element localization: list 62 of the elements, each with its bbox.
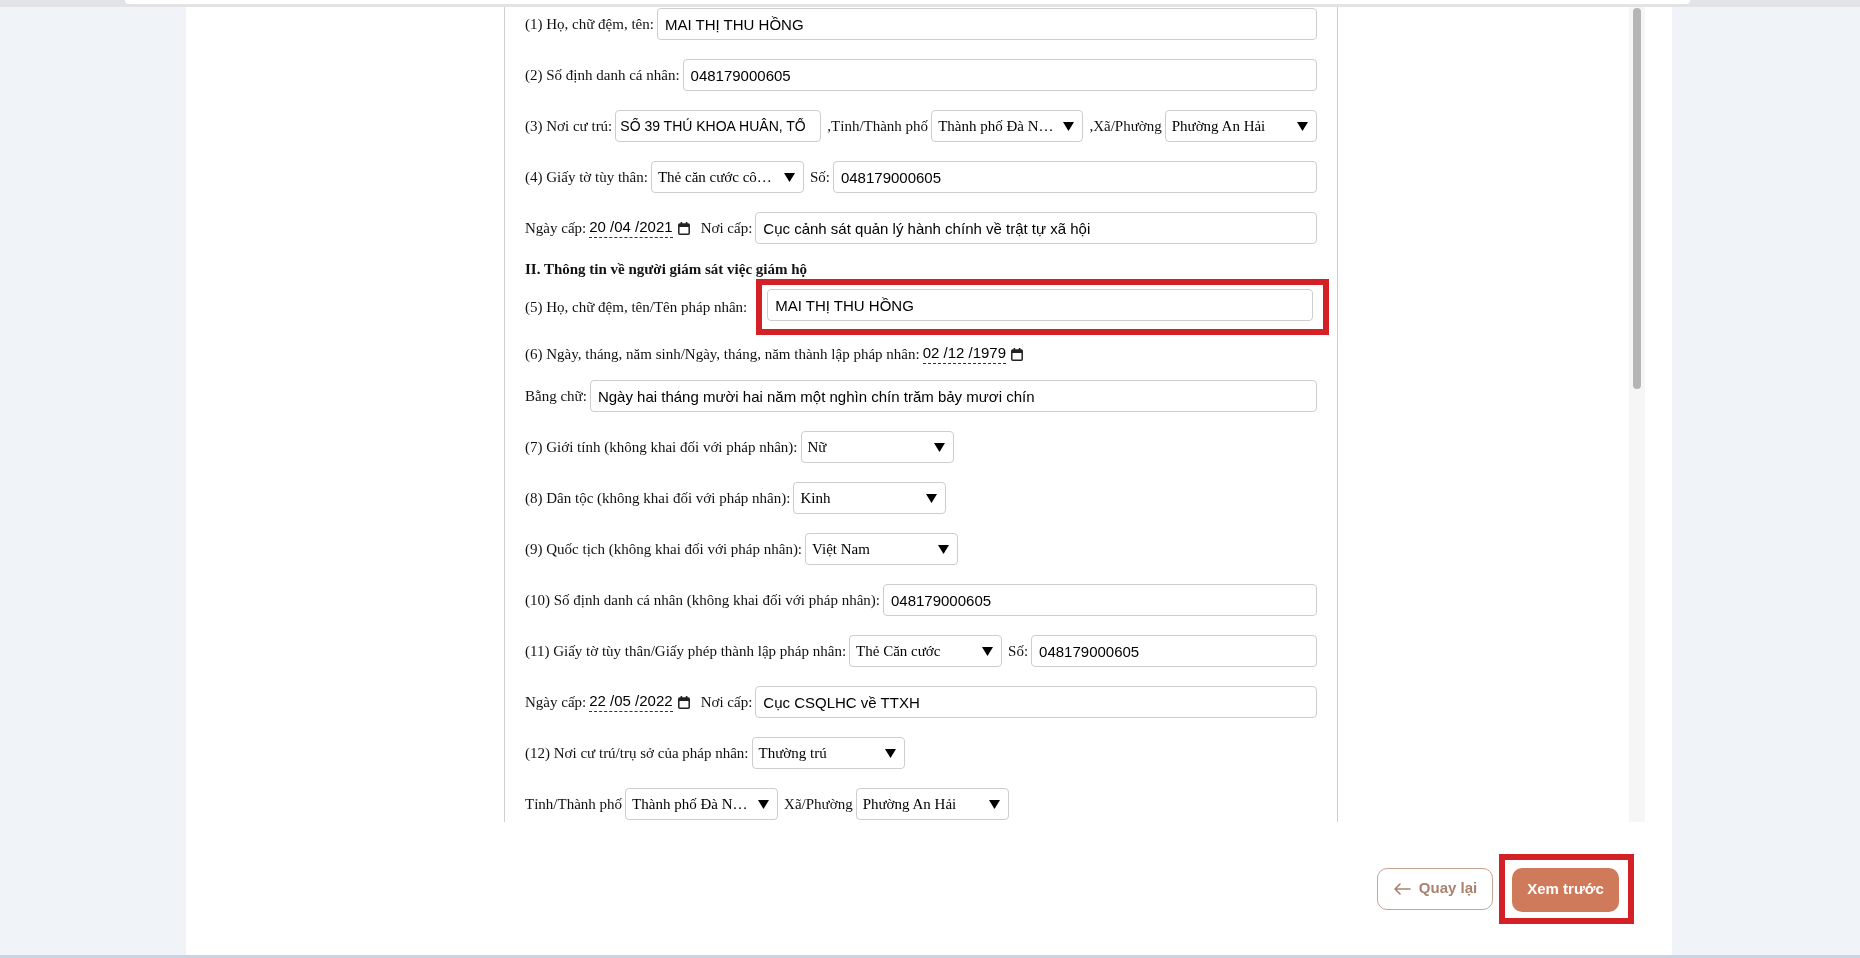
caret-icon <box>933 442 945 452</box>
caret-icon <box>926 493 938 503</box>
text-input[interactable]: Cục CSQLHC về TTXH <box>755 686 1317 718</box>
dropdown-select[interactable]: Thẻ Căn cước <box>849 635 1003 667</box>
field-label: Ngày cấp: <box>525 692 587 712</box>
field-label: (5) Họ, chữ đệm, tên/Tên pháp nhân: <box>525 297 748 317</box>
field-label: (4) Giấy tờ tùy thân: <box>525 167 648 187</box>
text-input[interactable]: 048179000605 <box>682 59 1317 91</box>
caret-icon <box>783 172 795 182</box>
field-label: (7) Giới tính (không khai đối với pháp nhân): <box>525 437 798 457</box>
caret-icon <box>758 799 770 809</box>
caret-icon <box>982 646 994 656</box>
caret-icon <box>988 799 1000 809</box>
field-label: (6) Ngày, tháng, năm sinh/Ngày, tháng, năm thành lập pháp nhân: <box>525 344 920 364</box>
field-label: Nơi cấp: <box>700 218 753 238</box>
text-input[interactable]: 048179000605 <box>882 584 1317 616</box>
text-input[interactable]: 048179000605 <box>832 161 1317 193</box>
calendar-icon <box>1011 347 1024 361</box>
dropdown-select[interactable]: Nữ <box>800 431 954 463</box>
calendar-icon <box>677 221 690 235</box>
caret-icon <box>1063 121 1075 131</box>
text-input[interactable]: MAI THỊ THU HỒNG <box>656 8 1317 40</box>
field-label: Số: <box>809 167 830 187</box>
dropdown-select[interactable]: Thường trú <box>751 737 905 769</box>
field-label: (12) Nơi cư trú/trụ sở của pháp nhân: <box>525 743 749 763</box>
text-input[interactable]: MAI THỊ THU HỒNG <box>767 289 1313 321</box>
date-field[interactable]: 20 /04 /2021 <box>589 218 690 238</box>
scrollbar-thumb[interactable] <box>1633 8 1641 389</box>
field-label: Bằng chữ: <box>525 386 587 406</box>
field-label: Xã/Phường <box>784 794 853 814</box>
dropdown-select[interactable]: Phường An Hải <box>855 788 1009 820</box>
field-label: Số: <box>1008 641 1029 661</box>
field-label: (8) Dân tộc (không khai đối với pháp nhân): <box>525 488 791 508</box>
field-label: (11) Giấy tờ tùy thân/Giấy phép thành lập pháp nhân: <box>525 641 847 661</box>
dropdown-select[interactable]: Phường An Hải <box>1164 110 1317 142</box>
caret-icon <box>1297 121 1308 131</box>
field-label: (9) Quốc tịch (không khai đối với pháp nhân): <box>525 539 803 559</box>
field-label: ,Tỉnh/Thành phố <box>827 116 929 136</box>
text-input[interactable]: Ngày hai tháng mười hai năm một nghìn chín trăm bảy mươi chín <box>589 380 1317 412</box>
caret-icon <box>938 544 950 554</box>
dropdown-select[interactable]: Thành phố Đà N… <box>931 110 1084 142</box>
dropdown-select[interactable]: Thành phố Đà N… <box>625 788 779 820</box>
text-input[interactable]: SỐ 39 THỦ KHOA HUÂN, TỔ <box>615 110 822 142</box>
text-input[interactable]: Cục cảnh sát quản lý hành chính về trật tự xã hội <box>755 212 1317 244</box>
field-label: (3) Nơi cư trú: <box>525 116 613 136</box>
field-label: (10) Số định danh cá nhân (không khai đối với pháp nhân): <box>525 590 880 610</box>
left-arrow-icon <box>1392 882 1411 895</box>
field-label: ,Xã/Phường <box>1089 116 1162 136</box>
caret-icon <box>884 748 896 758</box>
field-label: (1) Họ, chữ đệm, tên: <box>525 14 654 34</box>
field-label: Ngày cấp: <box>525 218 587 238</box>
date-field[interactable]: 02 /12 /1979 <box>922 344 1024 364</box>
field-label: Nơi cấp: <box>700 692 753 712</box>
date-field[interactable]: 22 /05 /2022 <box>589 692 690 712</box>
field-label: (2) Số định danh cá nhân: <box>525 65 680 85</box>
dropdown-select[interactable]: Việt Nam <box>805 533 959 565</box>
calendar-icon <box>677 695 690 709</box>
field-label: Tỉnh/Thành phố <box>525 794 623 814</box>
text-input[interactable]: 048179000605 <box>1031 635 1317 667</box>
dropdown-select[interactable]: Thẻ căn cước cô… <box>650 161 804 193</box>
dropdown-select[interactable]: Kinh <box>793 482 947 514</box>
section-heading: II. Thông tin về người giám sát việc giám hộ <box>525 259 809 279</box>
